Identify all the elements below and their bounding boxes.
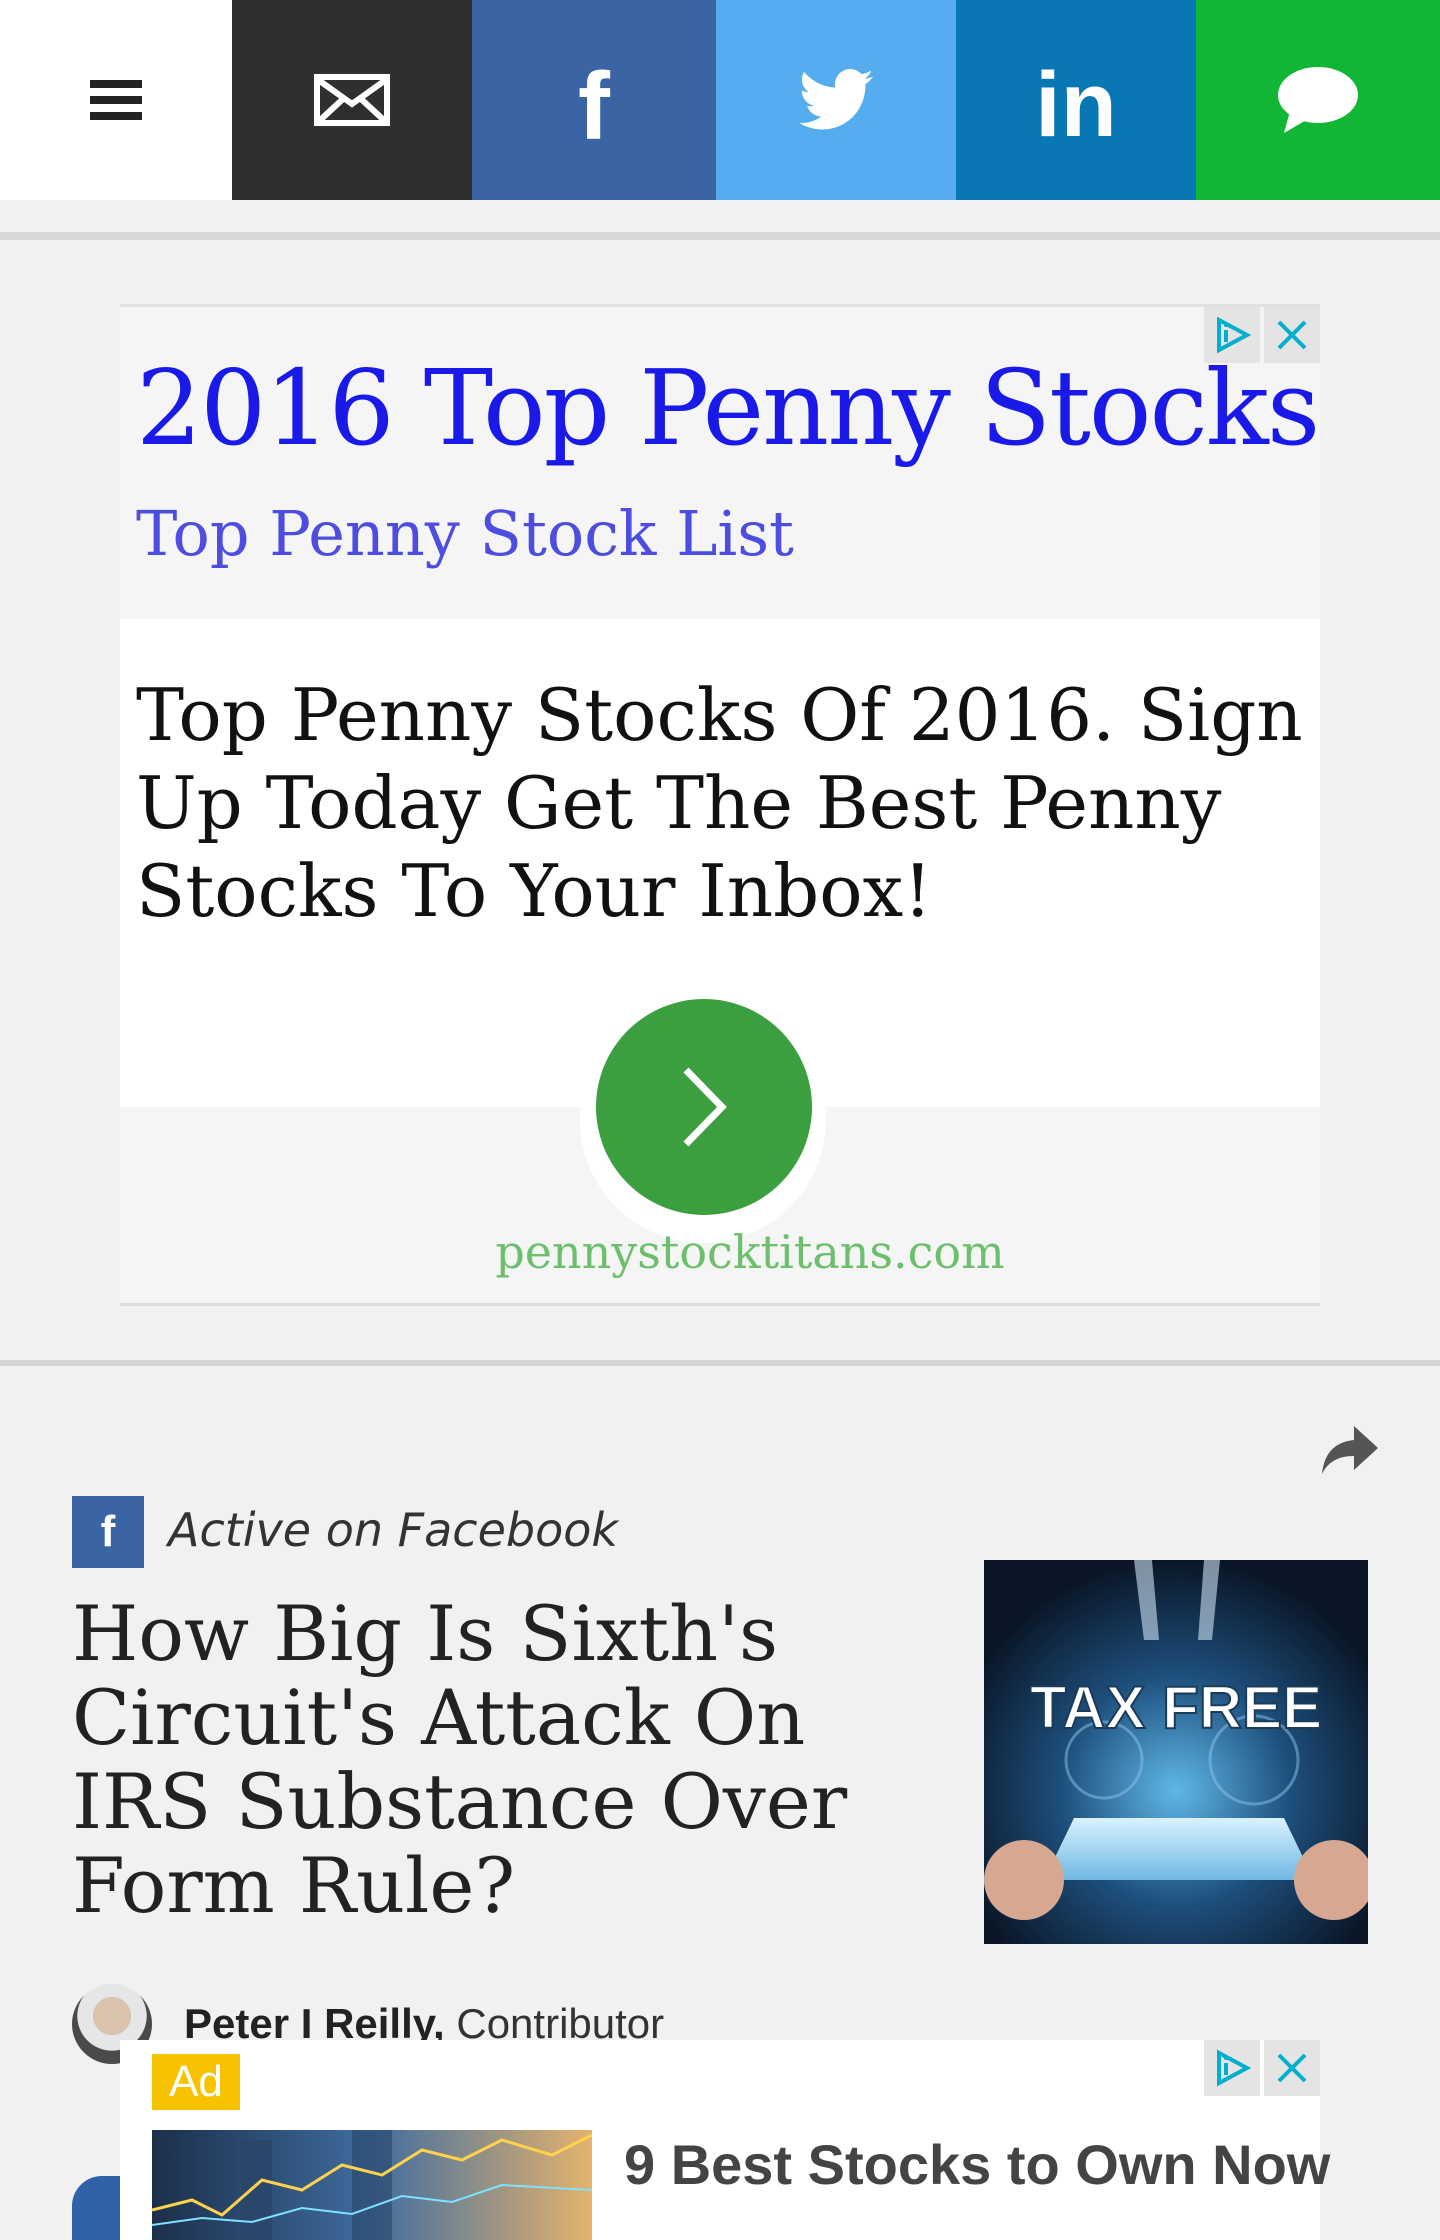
- ad-controls: [1204, 307, 1320, 363]
- ad-badge: Ad: [152, 2054, 240, 2110]
- ad-subtitle[interactable]: Top Penny Stock List: [136, 497, 794, 570]
- ad-image[interactable]: [152, 2130, 592, 2240]
- sponsored-ad-top[interactable]: 2016 Top Penny Stocks Top Penny Stock Li…: [120, 304, 1320, 1306]
- sponsored-ad-bottom[interactable]: Ad 9 Best Stocks to Own Now: [120, 2040, 1330, 2240]
- adchoices-button[interactable]: [1204, 307, 1260, 363]
- speech-bubble-icon: [1278, 67, 1358, 133]
- ad-header: 2016 Top Penny Stocks Top Penny Stock Li…: [120, 307, 1320, 619]
- facebook-source-icon: f: [72, 1496, 144, 1568]
- twitter-bird-icon: [798, 69, 874, 130]
- chevron-right-icon: [683, 1067, 727, 1147]
- ad-title[interactable]: 2016 Top Penny Stocks: [136, 347, 1320, 469]
- ad-domain[interactable]: pennystocktitans.com: [120, 1225, 1320, 1279]
- share-arrow-icon: [1322, 1426, 1378, 1474]
- ad-controls: [1204, 2040, 1320, 2096]
- ad-description[interactable]: Top Penny Stocks Of 2016. Sign Up Today …: [136, 671, 1306, 935]
- menu-button[interactable]: [0, 0, 232, 200]
- share-toolbar: f in: [0, 0, 1440, 200]
- article-headline[interactable]: How Big Is Sixth's Circuit's Attack On I…: [72, 1592, 952, 1928]
- thumbnail-caption: TAX FREE: [1030, 1674, 1322, 1741]
- linkedin-share-button[interactable]: in: [956, 0, 1196, 200]
- close-icon: [1277, 320, 1307, 350]
- toolbar-divider: [0, 232, 1440, 240]
- ad-headline[interactable]: 9 Best Stocks to Own Now: [624, 2132, 1330, 2197]
- linkedin-icon: in: [1035, 54, 1117, 156]
- share-button[interactable]: [1320, 1424, 1380, 1481]
- close-icon: [1277, 2053, 1307, 2083]
- ad-close-button[interactable]: [1264, 307, 1320, 363]
- trending-source-label: Active on Facebook: [168, 1503, 619, 1557]
- article-thumbnail[interactable]: TAX FREE: [984, 1560, 1368, 1944]
- stock-chart-image: [152, 2130, 592, 2240]
- section-divider: [0, 1360, 1440, 1366]
- ad-close-button[interactable]: [1264, 2040, 1320, 2096]
- comment-button[interactable]: [1196, 0, 1440, 200]
- facebook-icon: f: [100, 1507, 116, 1556]
- hamburger-menu-icon: [90, 80, 142, 120]
- facebook-share-button[interactable]: f: [472, 0, 716, 200]
- adchoices-icon: [1217, 2049, 1251, 2087]
- tax-free-image: TAX FREE: [984, 1560, 1368, 1944]
- email-share-button[interactable]: [232, 0, 472, 200]
- adchoices-button[interactable]: [1204, 2040, 1260, 2096]
- envelope-icon: [314, 74, 390, 126]
- adchoices-icon: [1217, 316, 1251, 354]
- facebook-icon: f: [578, 53, 610, 160]
- twitter-share-button[interactable]: [716, 0, 956, 200]
- ad-cta-button[interactable]: [596, 999, 812, 1215]
